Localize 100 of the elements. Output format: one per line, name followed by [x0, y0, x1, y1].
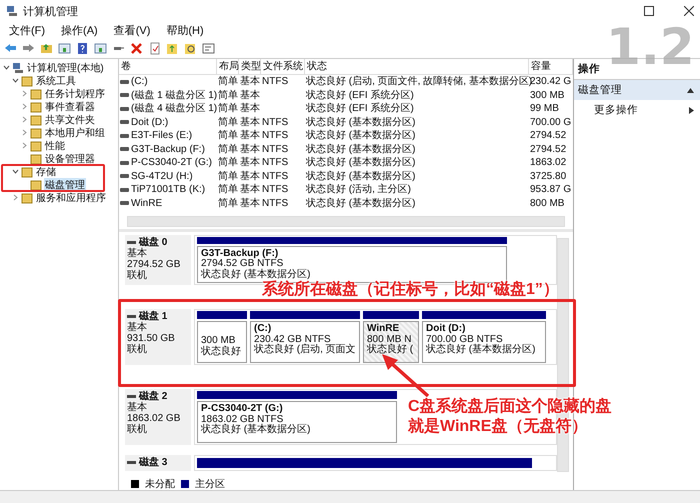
table-cell: NTFS: [262, 142, 288, 156]
column-header[interactable]: 布局: [217, 59, 239, 75]
menu-item[interactable]: 操作(A): [60, 23, 99, 38]
partition-status: 状态良好 (基本数据分区): [201, 270, 310, 280]
partition-bar: [197, 311, 247, 319]
tree-item[interactable]: 计算机管理(本地): [26, 60, 105, 74]
tree-item[interactable]: 设备管理器: [44, 152, 96, 166]
volume-name: E3T-Files (E:): [131, 129, 192, 142]
folder-icon[interactable]: [166, 42, 179, 55]
partition-status: 状态良好 (启动, 页面文: [254, 345, 356, 356]
callout-text: 系统所在磁盘（记住标号，比如“磁盘1”）: [262, 280, 559, 300]
partition-status: 状态良好 (: [367, 345, 414, 356]
actions-section-header[interactable]: 磁盘管理: [574, 80, 700, 100]
partition-block[interactable]: WinRE 800 MB N 状态良好 (: [363, 321, 419, 363]
collapsed-chevron-icon[interactable]: [20, 142, 28, 149]
legend-label: 未分配: [145, 478, 175, 490]
table-cell: 状态良好 (基本数据分区): [306, 142, 416, 156]
delete-icon[interactable]: [130, 42, 143, 55]
tree-item[interactable]: 任务计划程序: [44, 86, 106, 100]
partition-block[interactable]: Doit (D:) 700.00 GB NTFS 状态良好 (基本数据分区): [422, 321, 546, 363]
help-icon[interactable]: [76, 42, 89, 55]
panel-icon[interactable]: [94, 42, 107, 55]
table-cell: 基本: [240, 170, 260, 183]
expanded-chevron-icon[interactable]: [2, 64, 10, 71]
partition-size: 800 MB N: [367, 334, 412, 344]
expanded-chevron-icon[interactable]: [12, 77, 18, 84]
collapsed-chevron-icon[interactable]: [20, 129, 28, 136]
partition-block[interactable]: 300 MB 状态良好: [197, 321, 247, 363]
volume-name: P-CS3040-2T (G:): [131, 156, 212, 170]
partition-size: 230.42 GB NTFS: [254, 334, 331, 344]
table-cell: NTFS: [262, 170, 288, 183]
column-header[interactable]: 卷: [119, 59, 217, 75]
partition-status: 状态良好: [201, 346, 241, 357]
table-cell: 简单: [218, 116, 238, 129]
folder-icon: [30, 88, 42, 100]
table-cell: 2794.52: [530, 129, 566, 142]
table-cell: 简单: [218, 129, 238, 142]
horizontal-scrollbar[interactable]: [127, 216, 565, 227]
forward-arrow-icon[interactable]: [22, 42, 35, 55]
partition-status: 状态良好 (基本数据分区): [426, 345, 536, 356]
partition-size: 300 MB: [201, 336, 236, 346]
menu-item[interactable]: 文件(F): [8, 23, 46, 38]
partition-size: 700.00 GB NTFS: [426, 334, 503, 344]
disk-size: 1863.02 GB: [127, 413, 182, 424]
column-header[interactable]: 状态: [305, 59, 529, 75]
partition-label: Doit (D:): [426, 324, 466, 334]
close-icon[interactable]: [684, 6, 694, 16]
tree-item[interactable]: 存储: [35, 164, 57, 178]
panel-icon[interactable]: [58, 42, 71, 55]
legend-label: 主分区: [195, 478, 225, 490]
table-cell: 状态良好 (基本数据分区): [306, 196, 416, 210]
volume-name: G3T-Backup (F:): [131, 142, 205, 156]
computer-icon: [6, 5, 18, 17]
tree-item[interactable]: 服务和应用程序: [35, 190, 107, 204]
tree-item[interactable]: 磁盘管理: [44, 178, 86, 192]
partition-block[interactable]: P-CS3040-2T (G:) 1863.02 GB NTFS 状态良好 (基本数据分区): [197, 401, 397, 443]
action-link[interactable]: 更多操作: [594, 103, 638, 117]
table-cell: 300 MB: [530, 88, 564, 102]
collapse-caret-icon[interactable]: [687, 88, 694, 92]
partition-label: WinRE: [367, 324, 400, 334]
table-cell: 基本: [240, 88, 260, 102]
folder-icon: [30, 152, 42, 164]
tree-item[interactable]: 本地用户和组: [44, 126, 106, 140]
console-icon[interactable]: [202, 42, 215, 55]
column-header[interactable]: 容量: [529, 59, 573, 75]
table-cell: 状态良好 (EFI 系统分区): [306, 102, 414, 116]
collapsed-chevron-icon[interactable]: [20, 116, 28, 123]
collapsed-chevron-icon[interactable]: [12, 194, 18, 201]
table-cell: 3725.80: [530, 170, 566, 183]
table-cell: 状态良好 (基本数据分区): [306, 129, 416, 142]
partition-label: G3T-Backup (F:): [201, 248, 278, 258]
column-header[interactable]: 文件系统: [261, 59, 305, 75]
collapsed-chevron-icon[interactable]: [20, 90, 28, 97]
menu-item[interactable]: 帮助(H): [165, 23, 205, 38]
expanded-chevron-icon[interactable]: [12, 168, 18, 175]
back-arrow-icon[interactable]: [4, 42, 17, 55]
partition-status: 状态良好 (基本数据分区): [201, 425, 310, 436]
collapsed-chevron-icon[interactable]: [20, 103, 28, 110]
menu-item[interactable]: 查看(V): [112, 23, 152, 38]
section-title: 磁盘管理: [578, 83, 622, 97]
partition-size: 2794.52 GB NTFS: [201, 259, 284, 269]
folder-icon[interactable]: [40, 42, 53, 55]
disk-name: 磁盘 3: [139, 457, 168, 468]
column-header[interactable]: 类型: [239, 59, 261, 75]
folder-icon: [30, 140, 42, 152]
maximize-icon[interactable]: [644, 6, 654, 16]
table-cell: 简单: [218, 183, 238, 196]
folder-icon: [21, 192, 33, 204]
table-cell: 状态良好 (活动, 主分区): [306, 183, 411, 196]
tree-item[interactable]: 系统工具: [35, 74, 77, 88]
volume-name: (磁盘 4 磁盘分区 1): [131, 102, 218, 116]
window-title: 计算机管理: [23, 4, 78, 18]
document-icon[interactable]: [148, 42, 161, 55]
partition-block[interactable]: (C:) 230.42 GB NTFS 状态良好 (启动, 页面文: [250, 321, 360, 363]
tree-item[interactable]: 事件查看器: [44, 100, 96, 114]
tree-item[interactable]: 共享文件夹: [44, 112, 96, 126]
partition-bar: [363, 311, 419, 319]
table-cell: 1863.02: [530, 156, 566, 170]
tree-item[interactable]: 性能: [44, 138, 66, 152]
table-cell: 状态良好 (基本数据分区): [306, 116, 416, 129]
